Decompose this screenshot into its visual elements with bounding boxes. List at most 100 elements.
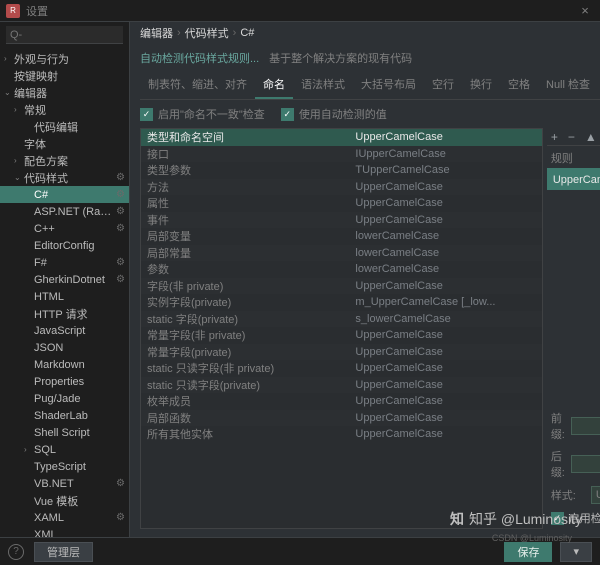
table-row[interactable]: static 字段(private)s_lowerCamelCase	[141, 311, 542, 328]
check-enable-naming[interactable]: ✓ 启用"命名不一致"检查	[140, 106, 265, 122]
tree-label: XML	[34, 529, 125, 538]
crumb-a[interactable]: 编辑器	[140, 25, 173, 41]
tree-label: Properties	[34, 376, 125, 388]
tree-item[interactable]: ›SQL	[0, 441, 129, 458]
rule-item[interactable]: UpperCamelCase (默认)	[547, 168, 600, 190]
suffix-input[interactable]	[571, 455, 600, 473]
more-button[interactable]: ▾	[560, 542, 592, 562]
search-input[interactable]	[6, 26, 123, 44]
tree-arrow-icon: ⌄	[4, 88, 14, 97]
tab[interactable]: 语法样式	[293, 72, 353, 99]
table-row[interactable]: 局部常量lowerCamelCase	[141, 245, 542, 262]
tree-item[interactable]: XAML⚙	[0, 509, 129, 526]
tree-item[interactable]: C#⚙	[0, 186, 129, 203]
tree-label: 代码编辑	[34, 119, 125, 135]
table-row[interactable]: 所有其他实体UpperCamelCase	[141, 426, 542, 443]
tree-item[interactable]: Shell Script	[0, 424, 129, 441]
tree-item[interactable]: C++⚙	[0, 220, 129, 237]
remove-button[interactable]: −	[568, 131, 575, 143]
table-row[interactable]: 事件UpperCamelCase	[141, 212, 542, 229]
tree-item[interactable]: EditorConfig	[0, 237, 129, 254]
tree-item[interactable]: Markdown	[0, 356, 129, 373]
tree-item[interactable]: 按键映射	[0, 67, 129, 84]
table-row[interactable]: static 只读字段(非 private)UpperCamelCase	[141, 360, 542, 377]
tree-arrow-icon: ›	[14, 156, 24, 165]
tree-item[interactable]: ›配色方案	[0, 152, 129, 169]
tree-item[interactable]: ShaderLab	[0, 407, 129, 424]
tab[interactable]: 命名	[255, 72, 293, 99]
tree-item[interactable]: ASP.NET (Razor)⚙	[0, 203, 129, 220]
table-row[interactable]: 局部函数UpperCamelCase	[141, 410, 542, 427]
table-header[interactable]: 类型和命名空间UpperCamelCase	[141, 129, 542, 146]
tab[interactable]: 换行	[462, 72, 500, 99]
tree-item[interactable]: Pug/Jade	[0, 390, 129, 407]
tree-item[interactable]: VB.NET⚙	[0, 475, 129, 492]
table-row[interactable]: 参数lowerCamelCase	[141, 261, 542, 278]
detect-link[interactable]: 自动检测代码样式规则...	[140, 50, 259, 66]
table-row[interactable]: static 只读字段(private)UpperCamelCase	[141, 377, 542, 394]
tree-item[interactable]: ›外观与行为	[0, 50, 129, 67]
style-select[interactable]: UpperCamelCase ▼	[591, 486, 600, 504]
save-button[interactable]: 保存	[504, 542, 552, 562]
tree-item[interactable]: F#⚙	[0, 254, 129, 271]
tab[interactable]: 大括号布局	[353, 72, 424, 99]
tree-item[interactable]: 代码编辑	[0, 118, 129, 135]
tree-item[interactable]: JavaScript	[0, 322, 129, 339]
tree-item[interactable]: XML	[0, 526, 129, 537]
table-row[interactable]: 属性UpperCamelCase	[141, 195, 542, 212]
bottombar: ? 管理层 保存 ▾	[0, 537, 600, 565]
prefix-row: 前缀:	[547, 407, 600, 445]
tab[interactable]: 空行	[424, 72, 462, 99]
manage-scheme-button[interactable]: 管理层	[34, 542, 93, 562]
tree-item[interactable]: ⌄代码样式⚙	[0, 169, 129, 186]
enable-check-row: ✓ 启用检查	[547, 507, 600, 529]
tree-arrow-icon: ›	[14, 105, 24, 114]
tree-item[interactable]: 字体	[0, 135, 129, 152]
tree-item[interactable]: Vue 模板	[0, 492, 129, 509]
add-button[interactable]: +	[551, 131, 558, 143]
enable-check[interactable]: ✓ 启用检查	[551, 510, 600, 526]
tree-label: VB.NET	[34, 478, 116, 490]
tree-label: C#	[34, 189, 116, 201]
checkmark-icon: ✓	[140, 108, 153, 121]
tree-item[interactable]: GherkinDotnet⚙	[0, 271, 129, 288]
gear-icon: ⚙	[116, 274, 125, 285]
table-row[interactable]: 类型参数TUpperCamelCase	[141, 162, 542, 179]
tree-arrow-icon: ⌄	[14, 173, 24, 182]
tree-label: TypeScript	[34, 461, 125, 473]
tree-item[interactable]: Properties	[0, 373, 129, 390]
check-auto-detect[interactable]: ✓ 使用自动检测的值	[281, 106, 387, 122]
prefix-input[interactable]	[571, 417, 600, 435]
tree-item[interactable]: ⌄编辑器	[0, 84, 129, 101]
table-row[interactable]: 实例字段(private)m_UpperCamelCase [_low...	[141, 294, 542, 311]
tree-item[interactable]: ›常规	[0, 101, 129, 118]
gear-icon: ⚙	[116, 189, 125, 200]
table-row[interactable]: 常量字段(非 private)UpperCamelCase	[141, 327, 542, 344]
app-icon: R	[6, 4, 20, 18]
table-row[interactable]: 局部变量lowerCamelCase	[141, 228, 542, 245]
tree-item[interactable]: HTTP 请求	[0, 305, 129, 322]
naming-table: 类型和命名空间UpperCamelCase接口IUpperCamelCase类型…	[140, 128, 543, 529]
up-button[interactable]: ▲	[585, 131, 597, 143]
tree-item[interactable]: TypeScript	[0, 458, 129, 475]
table-row[interactable]: 接口IUpperCamelCase	[141, 146, 542, 163]
crumb-c[interactable]: C#	[240, 27, 254, 39]
gear-icon: ⚙	[116, 512, 125, 523]
tab[interactable]: 制表符、缩进、对齐	[140, 72, 255, 99]
table-row[interactable]: 字段(非 private)UpperCamelCase	[141, 278, 542, 295]
crumb-b[interactable]: 代码样式	[185, 25, 229, 41]
table-row[interactable]: 方法UpperCamelCase	[141, 179, 542, 196]
help-icon[interactable]: ?	[8, 544, 24, 560]
close-icon[interactable]: ×	[576, 3, 594, 18]
table-row[interactable]: 枚举成员UpperCamelCase	[141, 393, 542, 410]
table-row[interactable]: 常量字段(private)UpperCamelCase	[141, 344, 542, 361]
tree-item[interactable]: JSON	[0, 339, 129, 356]
tree-item[interactable]: HTML	[0, 288, 129, 305]
tree-label: JSON	[34, 342, 125, 354]
tab[interactable]: Null 检查	[538, 72, 598, 99]
tree-label: JavaScript	[34, 325, 125, 337]
tab[interactable]: 空格	[500, 72, 538, 99]
tree-label: GherkinDotnet	[34, 274, 116, 286]
check-row: ✓ 启用"命名不一致"检查 ✓ 使用自动检测的值	[140, 100, 600, 128]
rule-head: 规则	[547, 146, 600, 168]
